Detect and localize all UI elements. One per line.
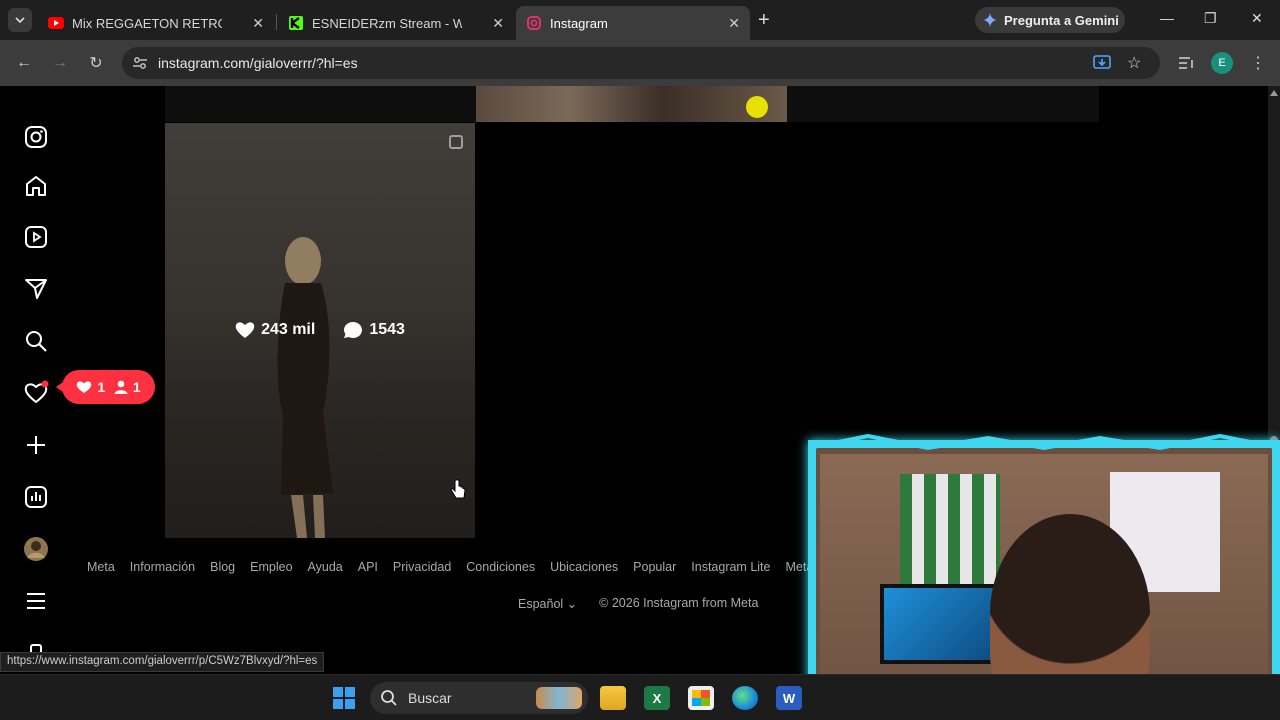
search-icon — [381, 690, 397, 706]
back-icon[interactable]: ← — [14, 53, 34, 73]
post-image-detail — [746, 96, 768, 118]
instagram-logo-icon[interactable] — [22, 123, 50, 151]
footer-link[interactable]: Empleo — [250, 560, 292, 574]
tab-title: Mix REGGAETON RETRO (Old S — [72, 15, 222, 31]
scroll-up-arrow[interactable] — [1270, 90, 1278, 96]
messages-icon[interactable] — [22, 275, 50, 303]
excel-icon[interactable]: X — [644, 686, 670, 710]
footer-link[interactable]: Privacidad — [393, 560, 451, 574]
notification-pill[interactable]: 1 1 — [56, 370, 155, 404]
footer-link[interactable]: Instagram Lite — [691, 560, 770, 574]
footer-bottom: Español ⌄ © 2026 Instagram from Meta — [518, 596, 758, 611]
instagram-icon — [526, 15, 542, 31]
forward-icon[interactable]: → — [50, 53, 70, 73]
hand-cursor-icon — [450, 479, 466, 499]
gemini-label: Pregunta a Gemini — [1004, 12, 1119, 28]
tab-title: ESNEIDERzm Stream - Watch Li — [312, 15, 462, 31]
minimize-button[interactable]: — — [1160, 10, 1174, 26]
follows-count: 1 — [114, 379, 141, 395]
heart-icon — [77, 381, 92, 393]
copyright-text: © 2026 Instagram from Meta — [599, 596, 759, 610]
tab-youtube[interactable]: Mix REGGAETON RETRO (Old S ✕ — [38, 6, 274, 40]
footer-link[interactable]: Meta — [87, 560, 115, 574]
youtube-icon — [48, 15, 64, 31]
user-icon — [114, 380, 128, 394]
footer-link[interactable]: Información — [130, 560, 195, 574]
footer-links: Meta Información Blog Empleo Ayuda API P… — [87, 560, 824, 574]
footer-link[interactable]: Popular — [633, 560, 676, 574]
taskbar-search[interactable]: Buscar — [370, 682, 588, 714]
windows-start-icon[interactable] — [333, 687, 355, 709]
tab-separator — [276, 14, 277, 30]
url-text: instagram.com/gialoverrr/?hl=es — [158, 55, 358, 71]
bookmark-star-icon[interactable]: ☆ — [1127, 53, 1141, 73]
chevron-down-icon: ⌄ — [566, 597, 578, 611]
likes-count-text: 243 mil — [261, 321, 316, 338]
post-likes: 243 mil — [235, 321, 315, 339]
tab-search-button[interactable] — [8, 8, 32, 32]
browser-tab-bar: Mix REGGAETON RETRO (Old S ✕ ESNEIDERzm … — [0, 0, 1280, 40]
post-thumbnail-hover[interactable]: 243 mil 1543 — [165, 123, 475, 538]
kick-icon — [288, 15, 304, 31]
footer-link[interactable]: Blog — [210, 560, 235, 574]
post-stats: 243 mil 1543 — [165, 321, 475, 339]
language-select[interactable]: Español ⌄ — [518, 596, 577, 611]
frame-decoration — [808, 434, 1280, 451]
microsoft-store-icon[interactable] — [688, 686, 714, 710]
taskbar-search-label: Buscar — [408, 690, 452, 706]
close-tab-icon[interactable]: ✕ — [492, 15, 504, 32]
menu-dots-icon[interactable]: ⋮ — [1248, 53, 1268, 73]
post-comments: 1543 — [343, 321, 405, 339]
address-bar[interactable]: instagram.com/gialoverrr/?hl=es ☆ — [122, 47, 1160, 79]
tab-instagram[interactable]: Instagram ✕ — [516, 6, 750, 40]
gemini-sparkle-icon — [983, 13, 997, 27]
heart-icon — [235, 322, 255, 338]
reels-icon[interactable] — [22, 223, 50, 251]
file-explorer-icon[interactable] — [600, 686, 626, 710]
close-tab-icon[interactable]: ✕ — [728, 15, 740, 32]
footer-link[interactable]: Ayuda — [308, 560, 343, 574]
profile-avatar-button[interactable]: E — [1211, 52, 1233, 74]
comment-icon — [344, 322, 363, 338]
search-icon[interactable] — [22, 327, 50, 355]
windows-taskbar: Buscar X W — [0, 674, 1280, 720]
likes-count: 1 — [76, 379, 105, 395]
webcam-feed — [820, 454, 1268, 714]
reload-icon[interactable]: ↻ — [86, 53, 106, 73]
tab-kick[interactable]: ESNEIDERzm Stream - Watch Li ✕ — [278, 6, 514, 40]
new-tab-button[interactable]: + — [758, 9, 770, 32]
multiple-media-icon — [449, 135, 463, 149]
edge-icon[interactable] — [732, 686, 758, 710]
footer-link[interactable]: API — [358, 560, 378, 574]
close-tab-icon[interactable]: ✕ — [252, 15, 264, 32]
word-icon[interactable]: W — [776, 686, 802, 710]
comments-count-text: 1543 — [369, 321, 405, 338]
install-app-icon[interactable] — [1092, 53, 1112, 78]
more-menu-icon[interactable] — [22, 587, 50, 615]
likes-value: 1 — [97, 379, 106, 395]
status-bar-url: https://www.instagram.com/gialoverrr/p/C… — [0, 652, 325, 672]
media-controls-icon[interactable] — [1176, 53, 1196, 73]
site-settings-icon[interactable] — [132, 55, 148, 76]
profile-avatar[interactable] — [22, 535, 50, 563]
tab-title: Instagram — [550, 15, 608, 31]
browser-toolbar: ← → ↻ instagram.com/gialoverrr/?hl=es ☆ … — [0, 40, 1280, 86]
post-thumbnail[interactable] — [476, 86, 787, 122]
restore-button[interactable]: ❐ — [1204, 10, 1217, 27]
home-icon[interactable] — [22, 172, 50, 200]
notifications-heart-icon[interactable] — [22, 379, 50, 407]
follows-value: 1 — [132, 379, 141, 395]
close-window-button[interactable]: ✕ — [1251, 10, 1263, 27]
footer-link[interactable]: Condiciones — [466, 560, 535, 574]
webcam-detail — [900, 474, 1000, 584]
create-plus-icon[interactable] — [22, 431, 50, 459]
chevron-down-icon — [15, 17, 25, 23]
search-highlight-image — [536, 687, 582, 709]
footer-link[interactable]: Ubicaciones — [550, 560, 618, 574]
gemini-button[interactable]: Pregunta a Gemini — [975, 7, 1125, 33]
dashboard-icon[interactable] — [22, 483, 50, 511]
